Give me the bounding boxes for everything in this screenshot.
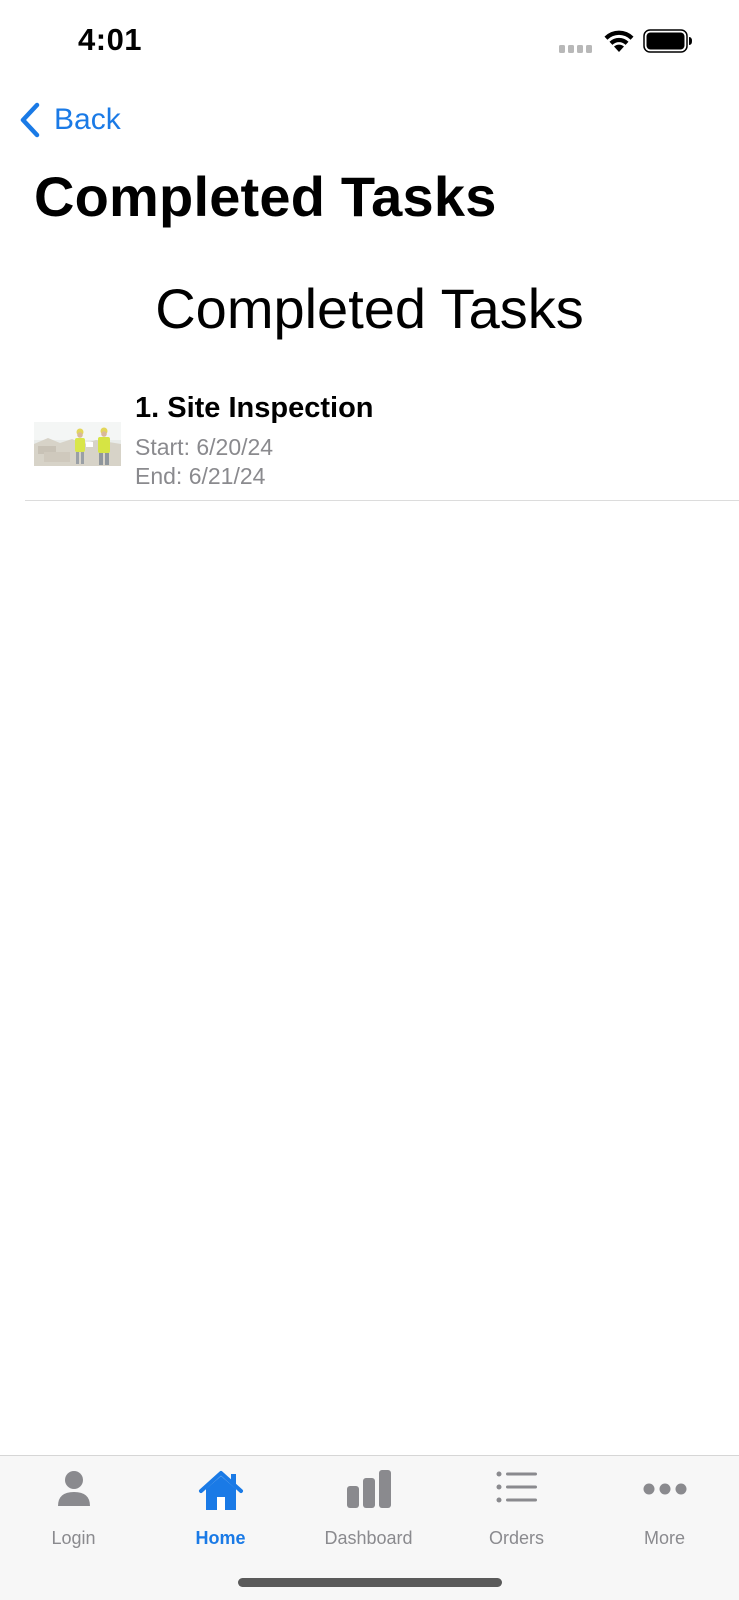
- tab-label: Login: [51, 1528, 96, 1548]
- tab-dashboard[interactable]: Dashboard: [295, 1456, 442, 1556]
- task-thumbnail: [34, 422, 121, 466]
- task-end-date: End: 6/21/24: [135, 463, 266, 489]
- page-title: Completed Tasks: [34, 165, 497, 228]
- person-icon: [57, 1471, 90, 1506]
- chevron-left-icon: [20, 102, 40, 138]
- tab-label: Orders: [488, 1528, 544, 1548]
- tab-label: More: [643, 1528, 685, 1548]
- home-indicator: [238, 1578, 502, 1587]
- task-start-date: Start: 6/20/24: [135, 434, 274, 460]
- task-list: 1. Site Inspection Start: 6/20/24 End: 6…: [25, 390, 739, 501]
- task-title: 1. Site Inspection: [135, 392, 374, 424]
- battery-icon: [643, 29, 692, 53]
- back-label: Back: [54, 103, 121, 136]
- tab-more[interactable]: More: [591, 1456, 738, 1556]
- completed-tasks-screen: 4:01 Back Completed Tasks Completed Task…: [0, 0, 739, 1600]
- cellular-signal-icon: [559, 45, 592, 53]
- wifi-icon: [604, 30, 634, 52]
- tab-label: Home: [195, 1528, 246, 1548]
- tab-home[interactable]: Home: [147, 1456, 294, 1556]
- section-heading: Completed Tasks: [155, 277, 584, 340]
- tab-orders[interactable]: Orders: [443, 1456, 590, 1556]
- status-bar: 4:01: [0, 0, 739, 86]
- bar-chart-icon: [346, 1470, 391, 1508]
- house-icon: [198, 1471, 243, 1510]
- ellipsis-icon: [643, 1483, 686, 1495]
- tab-label: Dashboard: [324, 1528, 413, 1548]
- tab-login[interactable]: Login: [0, 1456, 147, 1556]
- list-icon: [496, 1471, 537, 1503]
- task-row[interactable]: 1. Site Inspection Start: 6/20/24 End: 6…: [25, 390, 739, 501]
- status-time: 4:01: [78, 22, 143, 57]
- back-button[interactable]: Back: [18, 98, 121, 142]
- site-inspection-image: [34, 422, 121, 466]
